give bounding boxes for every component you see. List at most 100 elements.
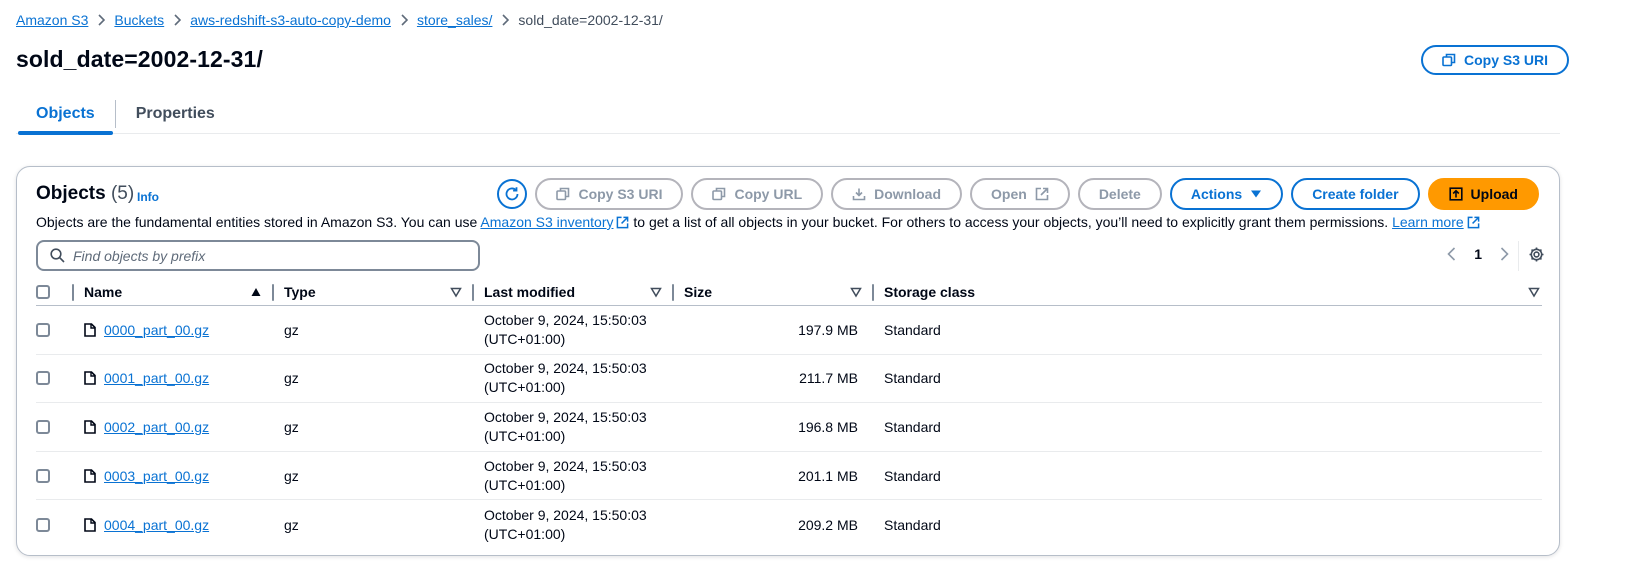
current-page-number[interactable]: 1	[1474, 246, 1482, 262]
copy-s3-uri-label: Copy S3 URI	[1464, 52, 1549, 68]
breadcrumb-current: sold_date=2002-12-31/	[518, 12, 663, 28]
search-input[interactable]	[73, 247, 453, 264]
breadcrumb-bucket[interactable]: aws-redshift-s3-auto-copy-demo	[190, 12, 391, 28]
objects-panel: Objects (5) Info Copy S3 URI Copy URL Do…	[16, 166, 1560, 556]
create-folder-button[interactable]: Create folder	[1291, 178, 1420, 210]
select-all-checkbox[interactable]	[36, 285, 50, 299]
tab-properties[interactable]: Properties	[116, 94, 235, 134]
copy-icon	[712, 187, 726, 201]
name-cell: 0004_part_00.gz	[74, 517, 274, 533]
breadcrumb-amazon-s3[interactable]: Amazon S3	[16, 12, 88, 28]
column-header-size[interactable]: Size	[674, 279, 874, 305]
download-label: Download	[874, 186, 942, 202]
search-box	[36, 240, 480, 271]
storage-class-cell: Standard	[884, 516, 941, 533]
column-header-name[interactable]: Name	[74, 279, 274, 305]
upload-button[interactable]: Upload	[1427, 178, 1539, 210]
size-cell: 197.9 MB	[798, 321, 858, 338]
copy-url-button[interactable]: Copy URL	[691, 178, 824, 210]
name-cell: 0003_part_00.gz	[74, 468, 274, 484]
column-type-label: Type	[284, 284, 316, 300]
chevron-right-icon	[501, 14, 510, 26]
column-header-type[interactable]: Type	[274, 279, 474, 305]
size-cell: 209.2 MB	[798, 516, 858, 533]
actions-dropdown-button[interactable]: Actions	[1169, 178, 1284, 210]
table-row[interactable]: 0004_part_00.gz gz October 9, 2024, 15:5…	[36, 500, 1542, 549]
column-size-label: Size	[684, 284, 713, 300]
external-link-icon	[1035, 187, 1049, 201]
refresh-button[interactable]	[497, 179, 528, 209]
object-name-link[interactable]: 0004_part_00.gz	[104, 517, 209, 533]
last-modified-cell: October 9, 2024, 15:50:03 (UTC+01:00)	[474, 408, 674, 446]
file-icon	[84, 517, 96, 532]
name-cell: 0001_part_00.gz	[74, 370, 274, 386]
copy-s3-uri-header-button[interactable]: Copy S3 URI	[1421, 45, 1570, 75]
download-button[interactable]: Download	[831, 178, 963, 210]
sort-icon	[650, 286, 662, 298]
row-checkbox[interactable]	[36, 419, 50, 434]
tab-objects[interactable]: Objects	[16, 94, 115, 135]
object-name-link[interactable]: 0003_part_00.gz	[104, 468, 209, 484]
row-checkbox[interactable]	[36, 322, 50, 337]
table-header: Name Type Last modified Size Storage cla…	[36, 279, 1542, 306]
object-name-link[interactable]: 0001_part_00.gz	[104, 370, 209, 386]
objects-heading: Objects (5)	[36, 183, 134, 205]
copy-url-label: Copy URL	[734, 186, 803, 202]
breadcrumb: Amazon S3 Buckets aws-redshift-s3-auto-c…	[16, 12, 663, 28]
last-modified-cell: October 9, 2024, 15:50:03 (UTC+01:00)	[474, 359, 674, 397]
row-checkbox-cell	[36, 371, 74, 386]
sort-icon	[1528, 286, 1540, 298]
tab-bar: Objects Properties	[16, 94, 1560, 135]
name-cell: 0002_part_00.gz	[74, 419, 274, 435]
chevron-right-icon	[400, 14, 408, 26]
download-icon	[852, 188, 866, 201]
open-label: Open	[991, 186, 1027, 202]
row-checkbox-cell	[36, 322, 74, 337]
last-modified-cell: October 9, 2024, 15:50:03 (UTC+01:00)	[474, 311, 674, 349]
last-modified-text: October 9, 2024, 15:50:03 (UTC+01:00)	[484, 408, 647, 444]
sort-icon	[450, 286, 462, 298]
storage-class-cell: Standard	[884, 321, 941, 338]
object-name-link[interactable]: 0000_part_00.gz	[104, 322, 209, 338]
caret-down-icon	[1251, 190, 1262, 198]
column-storage-class-label: Storage class	[884, 284, 976, 300]
table-row[interactable]: 0000_part_00.gz gz October 9, 2024, 15:5…	[36, 306, 1542, 355]
open-button[interactable]: Open	[970, 178, 1070, 210]
column-header-storage-class[interactable]: Storage class	[874, 279, 1542, 305]
copy-icon	[1442, 53, 1456, 67]
pagination: 1	[1447, 246, 1509, 262]
pager-divider	[1518, 241, 1519, 271]
type-cell: gz	[284, 418, 299, 435]
type-cell: gz	[284, 516, 299, 533]
objects-toolbar: Copy S3 URI Copy URL Download Open Delet…	[497, 178, 1539, 210]
file-icon	[84, 420, 96, 434]
object-name-link[interactable]: 0002_part_00.gz	[104, 419, 209, 435]
chevron-right-icon	[97, 14, 106, 26]
info-link[interactable]: Info	[137, 190, 159, 204]
next-page-icon[interactable]	[1500, 247, 1509, 261]
learn-more-link[interactable]: Learn more	[1392, 214, 1464, 230]
table-row[interactable]: 0002_part_00.gz gz October 9, 2024, 15:5…	[36, 403, 1542, 452]
previous-page-icon[interactable]	[1447, 247, 1456, 261]
description-text-start: Objects are the fundamental entities sto…	[36, 214, 481, 230]
file-icon	[84, 468, 96, 483]
file-icon	[84, 371, 96, 386]
gear-icon[interactable]	[1528, 246, 1545, 263]
row-checkbox[interactable]	[36, 468, 50, 483]
row-checkbox[interactable]	[36, 371, 50, 386]
table-row[interactable]: 0001_part_00.gz gz October 9, 2024, 15:5…	[36, 355, 1542, 404]
row-checkbox-cell	[36, 468, 74, 483]
row-checkbox[interactable]	[36, 517, 50, 532]
breadcrumb-buckets[interactable]: Buckets	[114, 12, 164, 28]
s3-inventory-link[interactable]: Amazon S3 inventory	[480, 214, 613, 230]
breadcrumb-folder[interactable]: store_sales/	[417, 12, 492, 28]
copy-icon	[556, 187, 570, 201]
sort-icon	[850, 286, 862, 298]
delete-button[interactable]: Delete	[1077, 178, 1162, 210]
table-row[interactable]: 0003_part_00.gz gz October 9, 2024, 15:5…	[36, 452, 1542, 501]
objects-table: Name Type Last modified Size Storage cla…	[36, 279, 1542, 549]
copy-s3-uri-button[interactable]: Copy S3 URI	[535, 178, 684, 210]
upload-icon	[1448, 187, 1463, 201]
select-all-cell	[36, 279, 74, 305]
column-header-last-modified[interactable]: Last modified	[474, 279, 674, 305]
